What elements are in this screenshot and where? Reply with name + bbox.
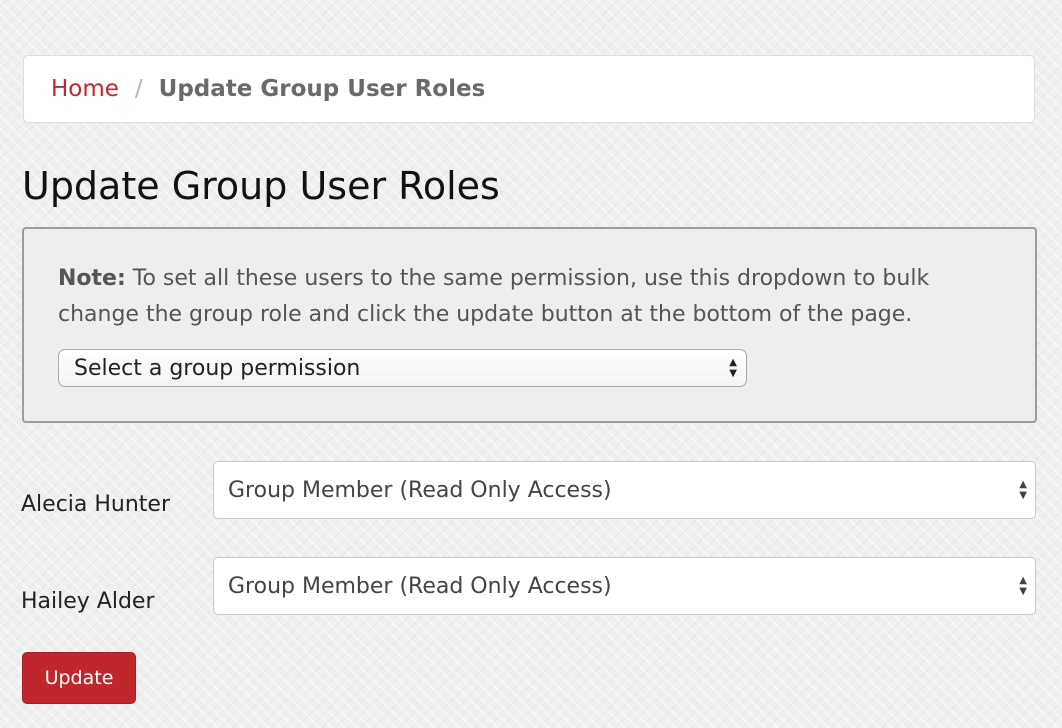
page-title: Update Group User Roles bbox=[22, 164, 500, 208]
breadcrumb-separator: / bbox=[134, 76, 143, 102]
note-label: Note: bbox=[58, 266, 126, 291]
breadcrumb: Home / Update Group User Roles bbox=[23, 55, 1035, 123]
user-role-select[interactable]: Group Member (Read Only Access) ▲ ▼ bbox=[213, 461, 1036, 519]
user-role-select-value: Group Member (Read Only Access) bbox=[228, 477, 612, 503]
up-down-arrows-icon: ▲ ▼ bbox=[729, 357, 737, 379]
bulk-permission-note: Note: To set all these users to the same… bbox=[22, 227, 1037, 423]
user-role-select-value: Group Member (Read Only Access) bbox=[228, 573, 612, 599]
bulk-permission-select[interactable]: Select a group permission ▲ ▼ bbox=[58, 349, 747, 387]
bulk-permission-select-value: Select a group permission bbox=[74, 355, 361, 381]
up-down-arrows-icon: ▲ ▼ bbox=[1019, 575, 1027, 597]
breadcrumb-home-link[interactable]: Home bbox=[51, 76, 119, 102]
user-name-label: Alecia Hunter bbox=[21, 492, 171, 517]
user-role-select[interactable]: Group Member (Read Only Access) ▲ ▼ bbox=[213, 557, 1036, 615]
user-name-label: Hailey Alder bbox=[21, 589, 155, 614]
note-text: Note: To set all these users to the same… bbox=[58, 261, 998, 333]
breadcrumb-current: Update Group User Roles bbox=[158, 76, 486, 102]
up-down-arrows-icon: ▲ ▼ bbox=[1019, 479, 1027, 501]
update-button[interactable]: Update bbox=[22, 652, 136, 704]
note-description: To set all these users to the same permi… bbox=[58, 266, 930, 327]
